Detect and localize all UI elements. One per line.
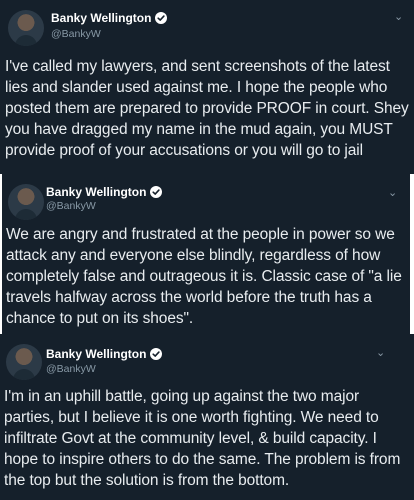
chevron-down-icon[interactable]: ⌄ xyxy=(388,186,397,199)
chevron-down-icon[interactable]: ⌄ xyxy=(376,346,385,359)
verified-badge-icon xyxy=(150,186,163,198)
tweet-card[interactable]: Banky Wellington @BankyW ⌄ I've called m… xyxy=(0,0,414,174)
display-name[interactable]: Banky Wellington xyxy=(46,347,146,361)
handle[interactable]: @BankyW xyxy=(46,200,96,212)
verified-badge-icon xyxy=(150,348,163,360)
display-name[interactable]: Banky Wellington xyxy=(46,185,146,199)
tweet-card[interactable]: Banky Wellington @BankyW ⌄ I'm in an uph… xyxy=(0,334,414,500)
author-row: Banky Wellington xyxy=(46,347,163,361)
chevron-down-icon[interactable]: ⌄ xyxy=(394,10,403,23)
avatar[interactable] xyxy=(8,10,44,46)
avatar[interactable] xyxy=(8,184,44,220)
verified-badge-icon xyxy=(155,12,168,24)
tweet-text: We are angry and frustrated at the peopl… xyxy=(6,226,402,327)
handle[interactable]: @BankyW xyxy=(51,28,101,40)
author-row: Banky Wellington xyxy=(51,11,168,25)
handle[interactable]: @BankyW xyxy=(46,363,96,375)
tweet-text: I've called my lawyers, and sent screens… xyxy=(5,58,409,159)
tweet-text: I'm in an uphill battle, going up agains… xyxy=(4,388,401,489)
author-row: Banky Wellington xyxy=(46,185,163,199)
tweet-card[interactable]: Banky Wellington @BankyW ⌄ We are angry … xyxy=(2,174,410,334)
display-name[interactable]: Banky Wellington xyxy=(51,11,151,25)
avatar[interactable] xyxy=(6,344,42,380)
